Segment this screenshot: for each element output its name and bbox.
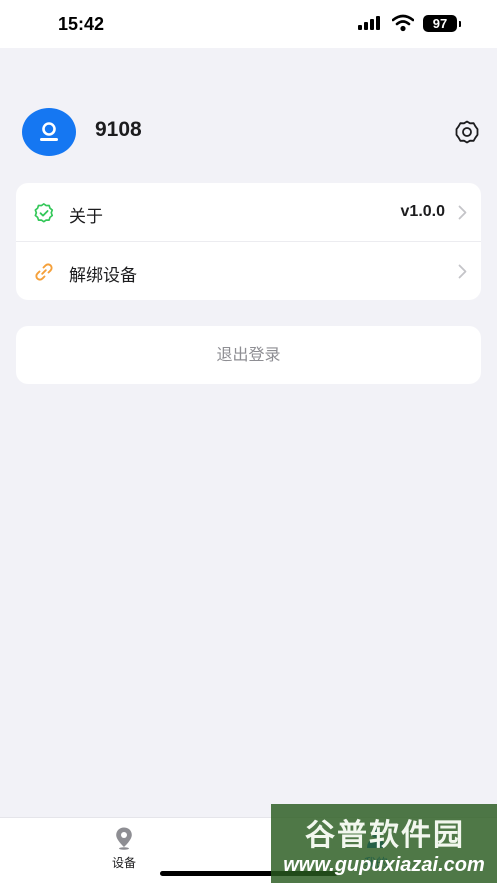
wifi-icon [392, 14, 414, 32]
link-icon [35, 263, 53, 281]
profile-header: 9108 [22, 108, 482, 156]
about-label: 关于 [69, 207, 103, 227]
avatar[interactable] [22, 108, 76, 156]
unbind-device-row[interactable]: 解绑设备 [16, 242, 481, 300]
chevron-right-icon [458, 264, 467, 279]
chevron-right-icon [458, 205, 467, 220]
status-time: 15:42 [58, 14, 105, 34]
location-pin-icon [116, 827, 132, 850]
verified-badge-icon [34, 203, 54, 223]
user-location-icon [40, 122, 58, 141]
logout-button[interactable]: 退出登录 [16, 326, 481, 384]
signal-icon [358, 16, 380, 30]
about-row[interactable]: 关于 v1.0.0 [16, 183, 481, 241]
unbind-device-label: 解绑设备 [69, 266, 137, 286]
watermark-title: 谷普软件园 [305, 818, 465, 853]
watermark-url: www.gupuxiazai.com [283, 854, 485, 876]
battery-icon: 97 [423, 15, 461, 32]
username: 9108 [95, 118, 142, 141]
status-bar: 15:42 97 [0, 0, 497, 48]
menu-card: 关于 v1.0.0 解绑设备 [16, 183, 481, 300]
watermark: 谷普软件园 www.gupuxiazai.com [271, 804, 497, 883]
settings-button[interactable] [454, 119, 480, 145]
tab-devices-label: 设备 [111, 856, 136, 870]
gear-icon [455, 120, 479, 144]
version-value: v1.0.0 [400, 203, 445, 220]
tab-devices[interactable]: 设备 [84, 826, 164, 874]
